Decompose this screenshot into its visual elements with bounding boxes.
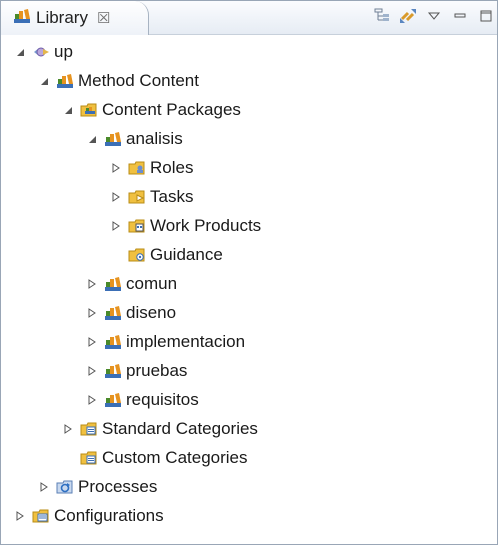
expanded-twisty-icon[interactable]: [61, 103, 75, 117]
no-twisty: [109, 248, 123, 262]
tree-item-tasks[interactable]: Tasks: [1, 182, 497, 211]
collapsed-twisty-icon[interactable]: [109, 190, 123, 204]
tree-item-label: Processes: [78, 476, 158, 496]
plugin-icon: [32, 43, 50, 61]
tree-item-label: Roles: [150, 157, 194, 177]
custom-categories-icon: [80, 449, 98, 467]
maximize-icon[interactable]: [475, 5, 497, 27]
package-icon: [104, 304, 122, 322]
view-tab-bar: Library ☒: [1, 1, 497, 35]
tree-item-custom-categories[interactable]: Custom Categories: [1, 443, 497, 472]
collapsed-twisty-icon[interactable]: [61, 422, 75, 436]
tree-item-label: Standard Categories: [102, 418, 258, 438]
collapsed-twisty-icon[interactable]: [37, 480, 51, 494]
tree-item-label: Guidance: [150, 244, 223, 264]
tree-item-up[interactable]: up: [1, 37, 497, 66]
tree-item-comun[interactable]: comun: [1, 269, 497, 298]
collapse-all-icon[interactable]: [371, 5, 393, 27]
library-tab[interactable]: Library ☒: [1, 1, 149, 35]
tree-item-work-products[interactable]: Work Products: [1, 211, 497, 240]
collapsed-twisty-icon[interactable]: [109, 219, 123, 233]
link-with-editor-icon[interactable]: [397, 5, 419, 27]
tree-item-guidance[interactable]: Guidance: [1, 240, 497, 269]
collapsed-twisty-icon[interactable]: [85, 277, 99, 291]
expanded-twisty-icon[interactable]: [13, 45, 27, 59]
method-content-icon: [56, 72, 74, 90]
tree-item-label: Method Content: [78, 70, 199, 90]
tree-item-label: Tasks: [150, 186, 194, 206]
view-menu-icon[interactable]: [423, 5, 445, 27]
tree-item-configurations[interactable]: Configurations: [1, 501, 497, 530]
tree-item-label: Work Products: [150, 215, 262, 235]
roles-folder-icon: [128, 159, 146, 177]
tree-item-label: diseno: [126, 302, 177, 322]
tree-item-requisitos[interactable]: requisitos: [1, 385, 497, 414]
tree-item-label: up: [54, 41, 73, 61]
tree-item-implementacion[interactable]: implementacion: [1, 327, 497, 356]
tree-item-label: Configurations: [54, 505, 164, 525]
collapsed-twisty-icon[interactable]: [13, 509, 27, 523]
expanded-twisty-icon[interactable]: [85, 132, 99, 146]
guidance-folder-icon: [128, 246, 146, 264]
tree-item-label: comun: [126, 273, 178, 293]
tree-item-label: pruebas: [126, 360, 188, 380]
standard-categories-icon: [80, 420, 98, 438]
collapsed-twisty-icon[interactable]: [85, 364, 99, 378]
tree-item-diseno[interactable]: diseno: [1, 298, 497, 327]
package-icon: [104, 333, 122, 351]
collapsed-twisty-icon[interactable]: [85, 306, 99, 320]
expanded-twisty-icon[interactable]: [37, 74, 51, 88]
view-toolbar: [367, 5, 497, 27]
package-icon: [104, 130, 122, 148]
tree-item-method-content[interactable]: Method Content: [1, 66, 497, 95]
work-products-folder-icon: [128, 217, 146, 235]
tree-item-roles[interactable]: Roles: [1, 153, 497, 182]
package-icon: [104, 362, 122, 380]
processes-icon: [56, 478, 74, 496]
content-packages-icon: [80, 101, 98, 119]
collapsed-twisty-icon[interactable]: [109, 161, 123, 175]
tree-item-content-packages[interactable]: Content Packages: [1, 95, 497, 124]
tasks-folder-icon: [128, 188, 146, 206]
tree-item-pruebas[interactable]: pruebas: [1, 356, 497, 385]
tree-item-label: Content Packages: [102, 99, 241, 119]
tree-item-label: implementacion: [126, 331, 246, 351]
library-tab-label: Library: [36, 8, 88, 27]
library-view: Library ☒ up Method Content Content Pack…: [0, 0, 498, 545]
collapsed-twisty-icon[interactable]: [85, 335, 99, 349]
tree-item-analisis[interactable]: analisis: [1, 124, 497, 153]
library-tab-icon: [13, 8, 31, 29]
tree-item-label: analisis: [126, 128, 183, 148]
close-icon[interactable]: ☒: [97, 9, 110, 27]
package-icon: [104, 391, 122, 409]
no-twisty: [61, 451, 75, 465]
configurations-icon: [32, 507, 50, 525]
collapsed-twisty-icon[interactable]: [85, 393, 99, 407]
library-tree: up Method Content Content Packages anali…: [1, 37, 497, 530]
tree-item-processes[interactable]: Processes: [1, 472, 497, 501]
tree-item-label: requisitos: [126, 389, 199, 409]
tree-item-standard-categories[interactable]: Standard Categories: [1, 414, 497, 443]
minimize-icon[interactable]: [449, 5, 471, 27]
tree-item-label: Custom Categories: [102, 447, 248, 467]
package-icon: [104, 275, 122, 293]
